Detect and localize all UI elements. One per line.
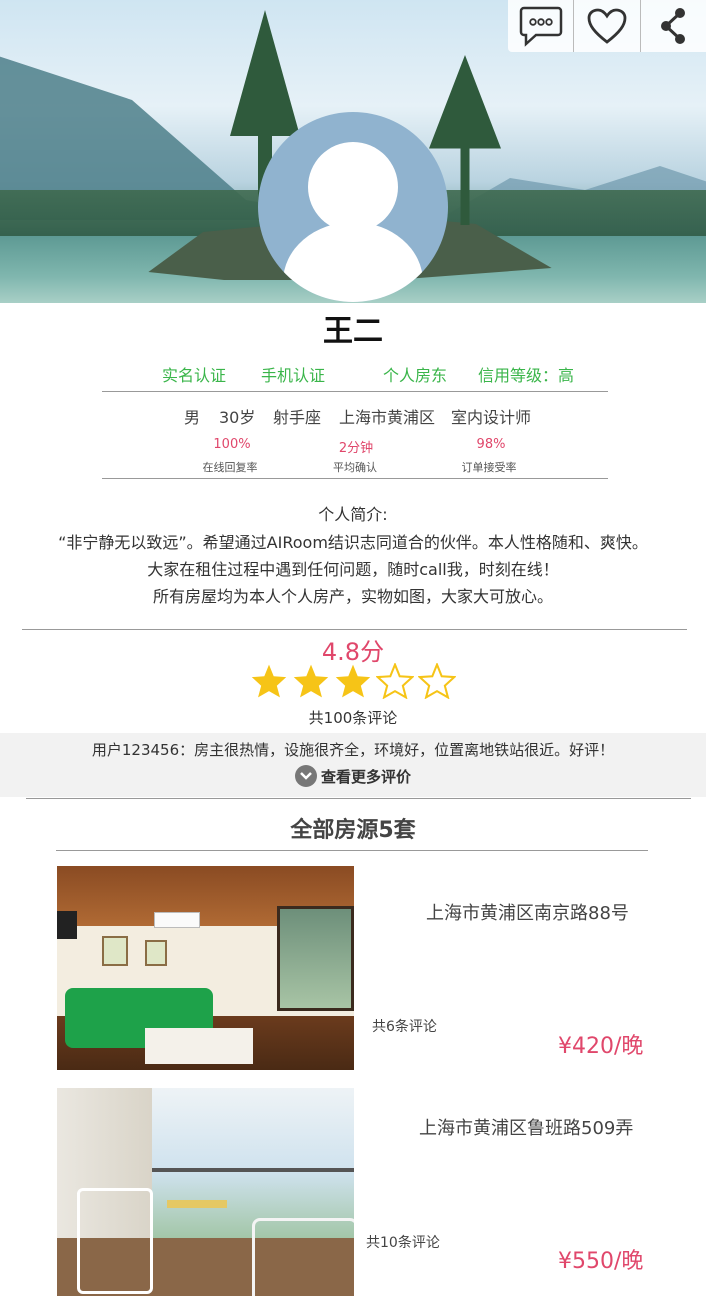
intro-line: 所有房屋均为本人个人房产，实物如图，大家大可放心。 <box>152 587 553 606</box>
star-empty-icon <box>376 663 414 699</box>
divider <box>26 798 691 799</box>
divider <box>22 629 687 630</box>
info-gender: 男 <box>184 408 201 427</box>
listing-address[interactable]: 上海市黄浦区鲁班路509弄 <box>419 1114 633 1140</box>
stat-accept-label: 订单接受率 <box>461 461 517 474</box>
review-preview: 用户123456：房主很热情，设施很齐全，环境好，位置离地铁站很近。好评！ 查看… <box>0 733 706 797</box>
divider <box>102 391 608 392</box>
cert-phone: 手机认证 <box>261 366 326 385</box>
listings-title: 全部房源5套 <box>290 818 416 843</box>
rating-score: 4.8分 <box>321 638 385 666</box>
star-filled-icon <box>251 664 287 698</box>
listing-review-count: 共6条评论 <box>372 1019 437 1035</box>
photo-chair <box>252 1218 354 1296</box>
info-zodiac: 射手座 <box>273 408 322 427</box>
review-count: 共100条评论 <box>308 709 398 727</box>
listing-photo[interactable] <box>57 866 354 1070</box>
intro-title: 个人简介: <box>318 505 388 524</box>
cert-landlord: 个人房东 <box>383 366 448 385</box>
avatar-head <box>308 142 398 232</box>
stat-confirm-label: 平均确认 <box>333 461 377 474</box>
more-reviews-button[interactable]: 查看更多评价 <box>0 765 706 787</box>
photo-chair <box>77 1188 153 1294</box>
more-reviews-label: 查看更多评价 <box>320 767 411 786</box>
info-age: 30岁 <box>219 408 256 427</box>
star-empty-icon <box>418 663 456 699</box>
favorite-button[interactable] <box>573 0 639 52</box>
photo-window <box>277 906 354 1011</box>
intro-line: “非宁静无以致远”。希望通过AIRoom结识志同道合的伙伴。本人性格随和、爽快。 <box>58 533 648 552</box>
header-actions <box>508 0 706 52</box>
chat-button[interactable] <box>508 0 573 52</box>
photo-table <box>167 1200 227 1208</box>
photo-frame <box>145 940 167 966</box>
chevron-down-icon <box>294 765 317 787</box>
info-job: 室内设计师 <box>451 408 532 427</box>
review-text: 用户123456：房主很热情，设施很齐全，环境好，位置离地铁站很近。好评！ <box>91 741 615 759</box>
stat-reply-label: 在线回复率 <box>202 461 258 474</box>
avatar-body <box>283 222 423 302</box>
star-filled-icon <box>335 664 371 698</box>
listing-photo[interactable] <box>57 1088 354 1296</box>
cert-credit: 信用等级：高 <box>478 366 575 385</box>
listing-price: ¥420/晚 <box>558 1034 644 1059</box>
divider <box>56 850 648 851</box>
listing-address[interactable]: 上海市黄浦区南京路88号 <box>426 899 629 925</box>
star-filled-icon <box>293 664 329 698</box>
host-name: 王二 <box>323 314 383 349</box>
photo-lamp <box>57 911 77 939</box>
chat-bubble-icon <box>519 6 562 47</box>
listing-price: ¥550/晚 <box>558 1249 644 1274</box>
photo-ac <box>154 912 200 928</box>
photo-railing <box>152 1168 354 1172</box>
share-icon <box>661 8 686 44</box>
avatar[interactable] <box>258 112 448 302</box>
photo-frame <box>102 936 128 966</box>
heart-icon <box>587 8 627 44</box>
stat-reply-value: 100% <box>213 437 251 452</box>
photo-table <box>145 1028 253 1064</box>
divider <box>102 478 608 479</box>
share-button[interactable] <box>639 0 706 52</box>
intro-line: 大家在租住过程中遇到任何问题，随时call我，时刻在线！ <box>147 560 559 579</box>
stat-accept-value: 98% <box>476 437 506 452</box>
stat-confirm-value: 2分钟 <box>338 441 374 456</box>
listing-review-count: 共10条评论 <box>366 1235 440 1251</box>
star-rating <box>250 663 456 699</box>
info-location: 上海市黄浦区 <box>339 408 436 427</box>
cert-realname: 实名认证 <box>162 366 227 385</box>
